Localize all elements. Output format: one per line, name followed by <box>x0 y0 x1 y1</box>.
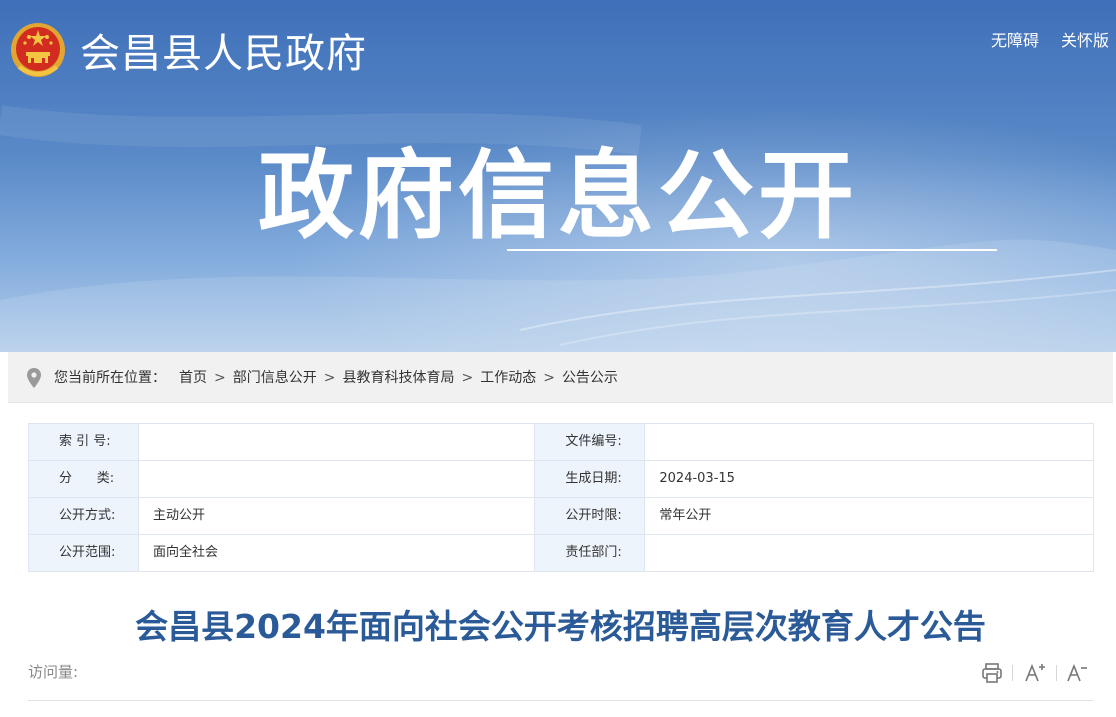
breadcrumb-home[interactable]: 首页 <box>179 370 207 386</box>
meta-key-document-number: 文件编号: <box>534 423 646 461</box>
breadcrumb-label: 您当前所在位置： <box>54 370 166 386</box>
toolbar-divider <box>1056 665 1057 681</box>
meta-key-category: 分 类: <box>28 460 139 498</box>
hero-underline <box>507 249 997 251</box>
meta-value-document-number <box>644 423 1094 461</box>
breadcrumb-education-bureau[interactable]: 县教育科技体育局 <box>342 370 454 386</box>
hero-banner: 会昌县人民政府 无障碍 关怀版 政府信息公开 <box>0 0 1116 352</box>
breadcrumb-separator: > <box>323 370 336 386</box>
meta-value-disclosure-scope: 面向全社会 <box>137 534 536 572</box>
meta-key-disclosure-period: 公开时限: <box>534 497 646 535</box>
document-metadata-table: 索 引 号: 文件编号: 分 类: 生成日期: 2024-03-15 公开方式:… <box>28 423 1094 572</box>
font-increase-icon[interactable] <box>1022 661 1048 685</box>
meta-key-disclosure-scope: 公开范围: <box>28 534 139 572</box>
meta-key-responsible-dept: 责任部门: <box>534 534 646 572</box>
accessibility-link[interactable]: 无障碍 <box>991 30 1039 52</box>
meta-value-responsible-dept <box>644 534 1094 572</box>
table-row: 分 类: 生成日期: 2024-03-15 <box>28 460 1094 498</box>
care-mode-link[interactable]: 关怀版 <box>1061 30 1109 52</box>
table-row: 公开范围: 面向全社会 责任部门: <box>28 534 1094 572</box>
site-title[interactable]: 会昌县人民政府 <box>80 26 367 82</box>
meta-value-disclosure-method: 主动公开 <box>137 497 536 535</box>
breadcrumb-separator: > <box>461 370 474 386</box>
visit-count-label: 访问量: <box>28 663 79 681</box>
meta-key-disclosure-method: 公开方式: <box>28 497 139 535</box>
meta-key-created-date: 生成日期: <box>534 460 646 498</box>
meta-value-category <box>137 460 536 498</box>
article-title: 会昌县2024年面向社会公开考核招聘高层次教育人才公告 <box>135 607 986 646</box>
table-row: 公开方式: 主动公开 公开时限: 常年公开 <box>28 497 1094 535</box>
breadcrumb-work-news[interactable]: 工作动态 <box>480 370 536 386</box>
table-row: 索 引 号: 文件编号: <box>28 423 1094 461</box>
content-panel: 您当前所在位置： 首页 > 部门信息公开 > 县教育科技体育局 > 工作动态 > 公告公示 索 … <box>8 352 1113 717</box>
font-decrease-icon[interactable] <box>1064 661 1090 685</box>
hero-heading: 政府信息公开 <box>258 140 858 252</box>
breadcrumb-announcements[interactable]: 公告公示 <box>562 370 618 386</box>
meta-value-disclosure-period: 常年公开 <box>644 497 1094 535</box>
breadcrumb-dept-disclosure[interactable]: 部门信息公开 <box>233 370 317 386</box>
divider <box>28 700 1094 701</box>
printer-icon[interactable] <box>979 661 1005 685</box>
location-pin-icon <box>27 368 41 388</box>
meta-value-index-number <box>137 423 536 461</box>
breadcrumb: 您当前所在位置： 首页 > 部门信息公开 > 县教育科技体育局 > 工作动态 > 公告公示 <box>8 352 1113 403</box>
toolbar-divider <box>1012 665 1013 681</box>
meta-key-index-number: 索 引 号: <box>28 423 139 461</box>
meta-value-created-date: 2024-03-15 <box>644 460 1094 498</box>
breadcrumb-separator: > <box>543 370 555 386</box>
breadcrumb-trail: 首页 > 部门信息公开 > 县教育科技体育局 > 工作动态 > 公告公示 <box>179 368 618 388</box>
breadcrumb-separator: > <box>214 370 226 386</box>
national-emblem-icon <box>11 23 65 77</box>
